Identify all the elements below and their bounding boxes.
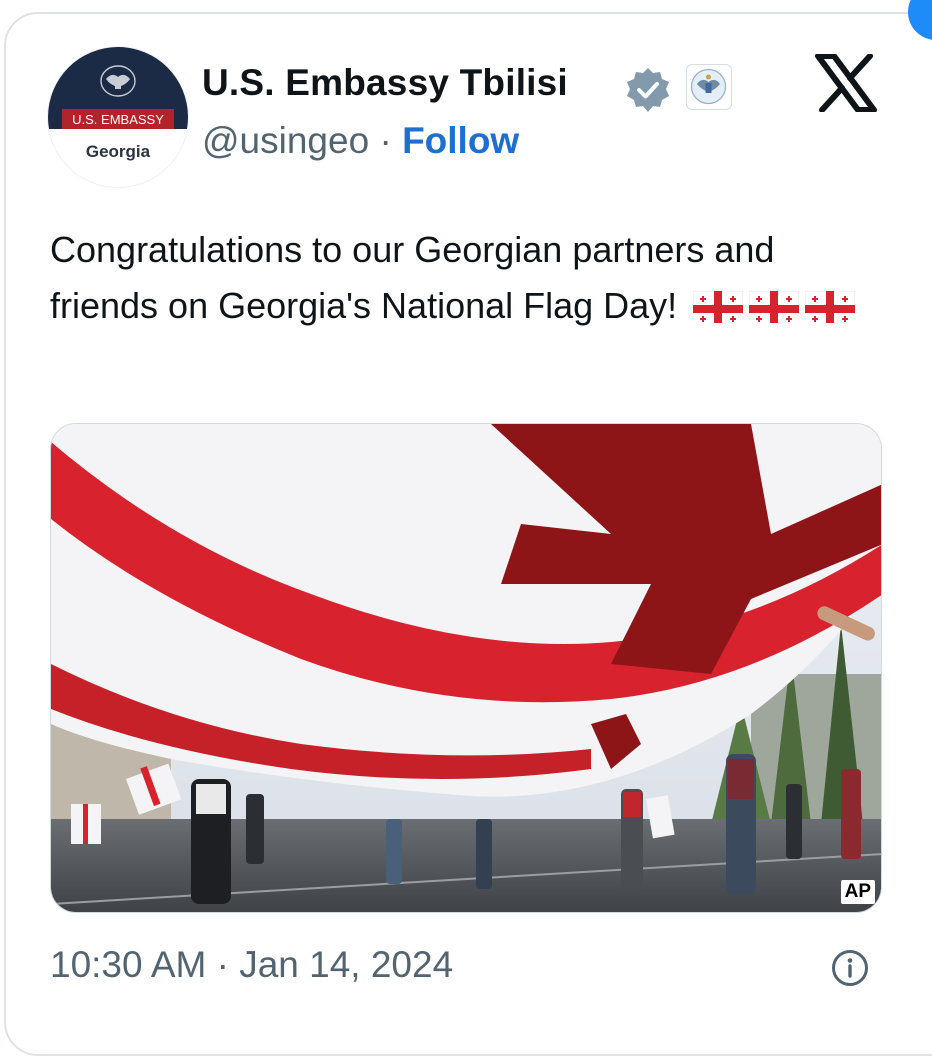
tweet-timestamp[interactable]: 10:30 AM · Jan 14, 2024: [50, 944, 453, 986]
georgian-flag-emoji: [693, 287, 744, 323]
account-handle[interactable]: @usingeo: [202, 120, 369, 161]
georgian-flag-emoji: [749, 287, 800, 323]
separator-dot: ·: [379, 120, 392, 161]
avatar[interactable]: U.S. EMBASSY Georgia: [48, 47, 188, 187]
notification-dot: [908, 0, 932, 40]
photo-credit-badge: AP: [840, 880, 875, 904]
x-logo-icon[interactable]: [814, 54, 878, 112]
government-seal-icon[interactable]: [686, 64, 732, 110]
handle-row: @usingeo · Follow: [202, 120, 519, 162]
tweet-photo[interactable]: AP: [50, 423, 882, 913]
verified-badge-icon: [627, 68, 669, 112]
georgian-flag-emoji: [805, 287, 856, 323]
account-name[interactable]: U.S. Embassy Tbilisi: [202, 62, 568, 104]
tweet-text: Congratulations to our Georgian partners…: [50, 229, 775, 326]
tweet-body: Congratulations to our Georgian partners…: [50, 222, 880, 334]
follow-button[interactable]: Follow: [402, 120, 519, 161]
avatar-location-text: Georgia: [86, 142, 151, 161]
info-icon[interactable]: [830, 948, 870, 988]
avatar-banner-text: U.S. EMBASSY: [72, 112, 164, 127]
